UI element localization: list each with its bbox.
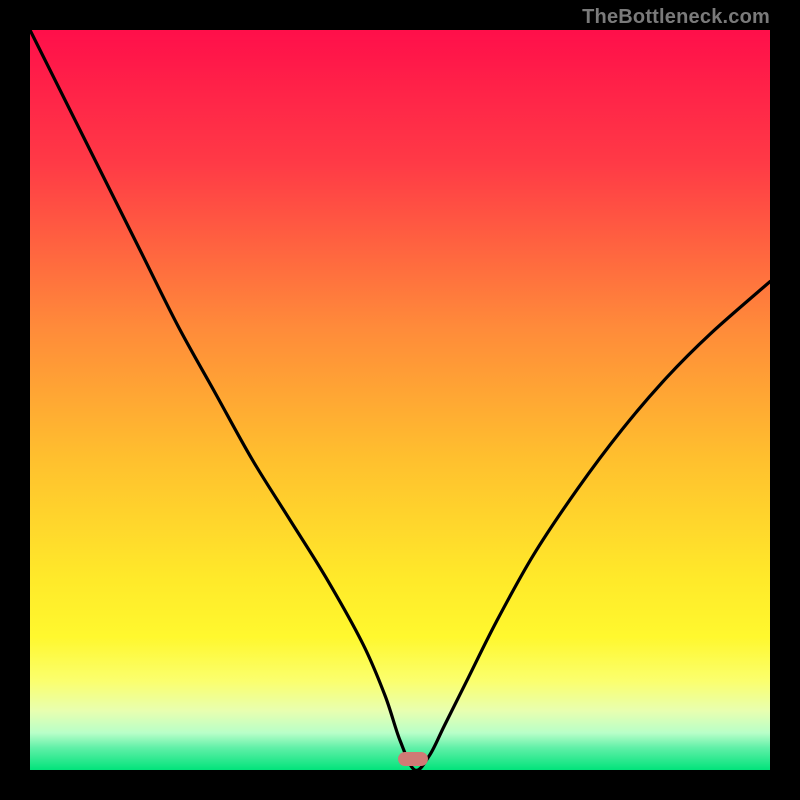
optimum-marker bbox=[398, 752, 428, 766]
chart-frame: TheBottleneck.com bbox=[0, 0, 800, 800]
plot-area bbox=[30, 30, 770, 770]
background-gradient bbox=[30, 30, 770, 770]
watermark-text: TheBottleneck.com bbox=[582, 6, 770, 29]
